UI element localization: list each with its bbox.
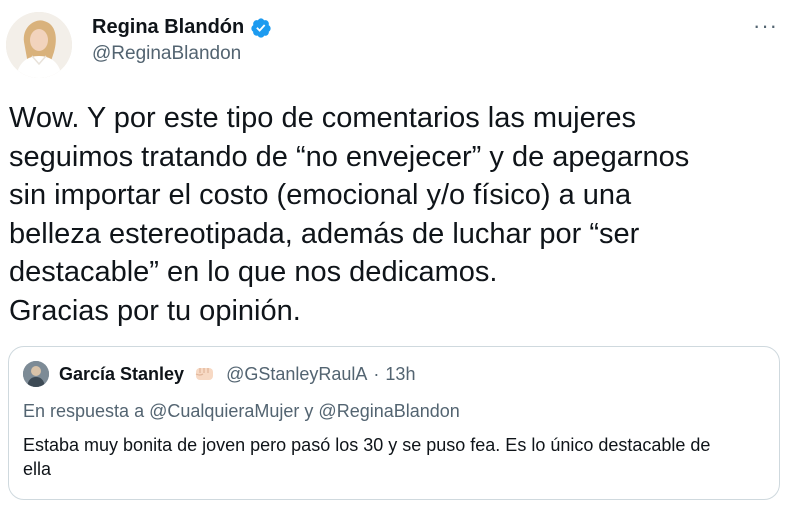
author-avatar[interactable] — [6, 12, 72, 78]
tweet-text: Wow. Y por este tipo de comentarios las … — [9, 102, 690, 327]
author-handle[interactable]: @ReginaBlandon — [92, 43, 272, 65]
author-info: Regina Blandón @ReginaBlandon — [92, 16, 272, 65]
quoted-display-name[interactable]: García Stanley — [59, 364, 184, 385]
reply-context: En respuesta a @CualquieraMujer y @Regin… — [23, 401, 460, 421]
separator-dot: · — [373, 363, 380, 384]
fist-emoji-icon — [190, 364, 220, 384]
quoted-profile-photo-icon — [23, 361, 49, 387]
quoted-tweet-text: Estaba muy bonita de joven pero pasó los… — [23, 435, 711, 479]
quoted-tweet[interactable]: García Stanley @GStanleyRaulA · 13h En r… — [8, 346, 780, 500]
quoted-handle[interactable]: @GStanleyRaulA — [226, 364, 367, 385]
profile-photo-icon — [6, 12, 72, 78]
quoted-tweet-header: García Stanley @GStanleyRaulA · 13h — [23, 361, 415, 387]
verified-badge-icon — [250, 17, 272, 39]
author-display-name[interactable]: Regina Blandón — [92, 16, 244, 39]
quoted-timestamp[interactable]: 13h — [385, 364, 415, 385]
quoted-author-avatar[interactable] — [23, 361, 49, 387]
more-options-icon[interactable]: ··· — [753, 15, 778, 37]
